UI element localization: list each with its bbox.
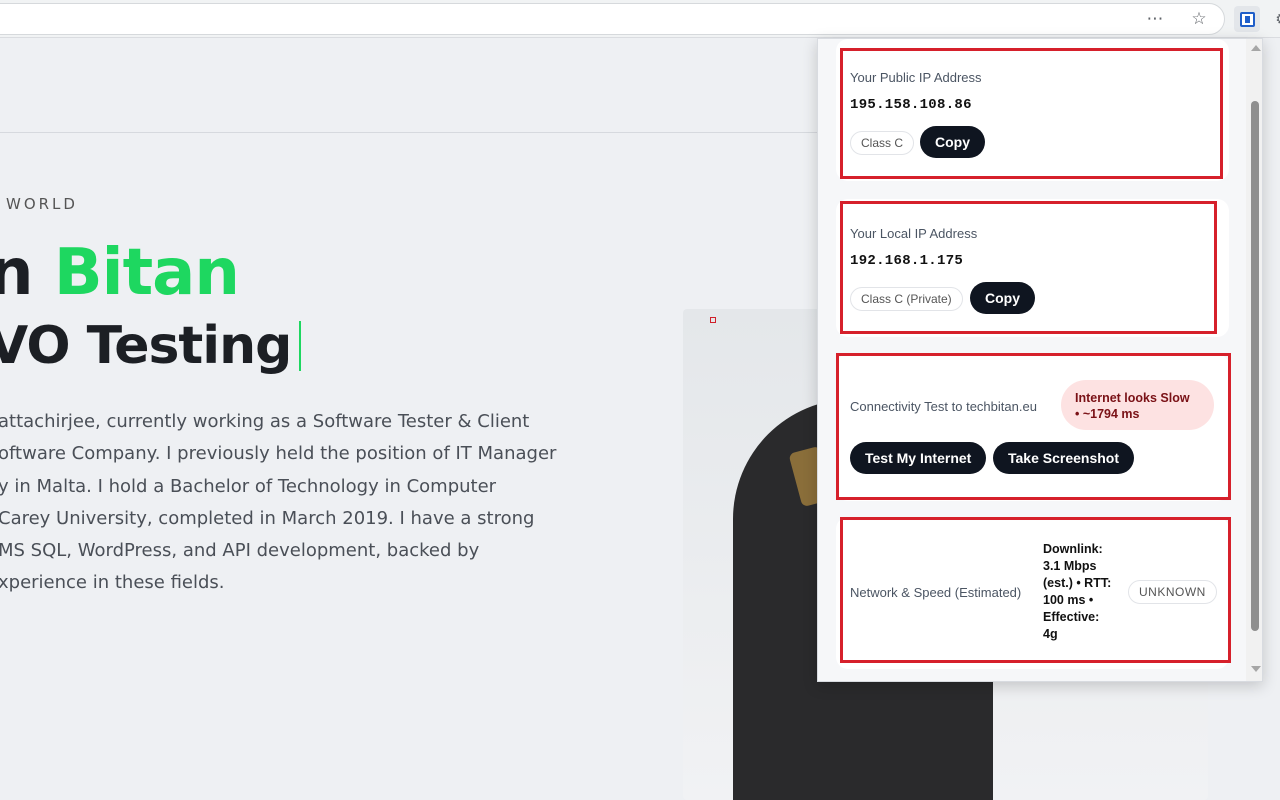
bio-line: xperience in these fields.: [0, 572, 225, 594]
popup-scrollbar[interactable]: [1246, 39, 1262, 681]
bio-line: y in Malta. I hold a Bachelor of Technol…: [0, 475, 497, 497]
hero-bio: attachirjee, currently working as a Soft…: [0, 406, 557, 600]
bio-line: oftware Company. I previously held the p…: [0, 443, 557, 465]
bio-line: Carey University, completed in March 201…: [0, 507, 535, 529]
ip-extension-icon[interactable]: [1234, 6, 1260, 32]
hero-name-prefix: n: [0, 236, 34, 310]
page-header-divider: [0, 132, 820, 133]
typing-caret: [299, 321, 302, 371]
scroll-down-arrow-icon[interactable]: [1251, 666, 1261, 672]
browser-toolbar: ⋯ ☆ ⚙: [0, 0, 1280, 38]
marker-dot: [710, 317, 716, 323]
highlight-frame: [840, 517, 1231, 663]
hero-name: n Bitan: [0, 236, 240, 310]
highlight-frame: [836, 353, 1231, 500]
hero-name-accent: Bitan: [53, 236, 240, 310]
bio-line: attachirjee, currently working as a Soft…: [0, 411, 530, 432]
hero-role-text: VO Testing: [0, 316, 292, 376]
scroll-thumb[interactable]: [1251, 101, 1259, 631]
bio-line: MS SQL, WordPress, and API development, …: [0, 540, 480, 562]
hero-eyebrow: WORLD: [6, 195, 78, 213]
address-bar[interactable]: [0, 3, 1225, 35]
gear-icon[interactable]: ⚙: [1271, 8, 1280, 30]
more-horizontal-icon[interactable]: ⋯: [1144, 8, 1166, 30]
highlight-frame: [840, 48, 1223, 179]
ip-extension-popup: Your Public IP Address 195.158.108.86 Cl…: [817, 38, 1263, 682]
hero-role: VO Testing: [0, 316, 302, 376]
highlight-frame: [840, 201, 1217, 334]
scroll-up-arrow-icon[interactable]: [1251, 45, 1261, 51]
star-icon[interactable]: ☆: [1188, 8, 1210, 30]
